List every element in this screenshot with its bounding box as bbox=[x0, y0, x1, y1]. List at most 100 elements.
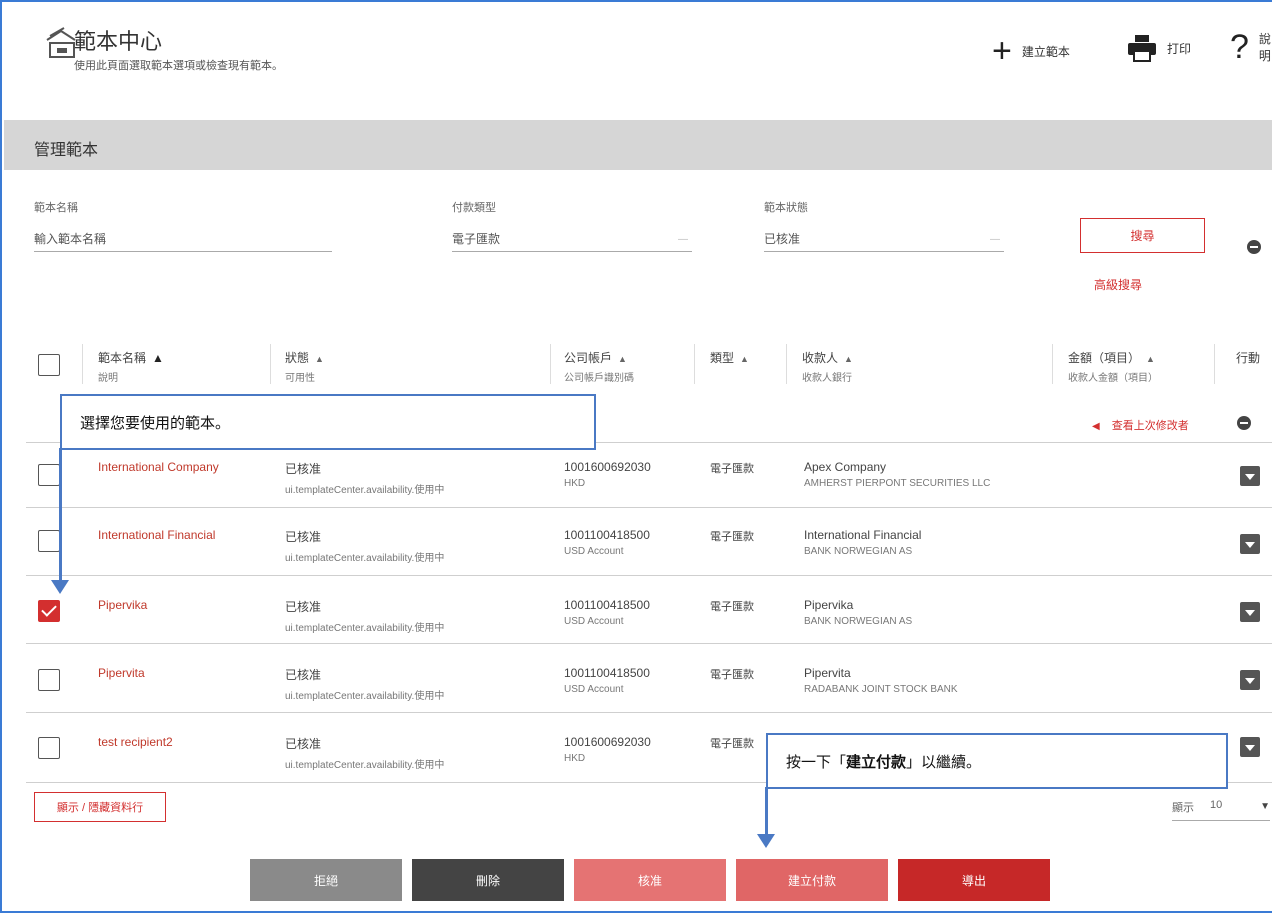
template-status-label: 範本狀態 bbox=[764, 202, 808, 214]
column-subtitle: 可用性 bbox=[285, 373, 315, 384]
availability-text: ui.templateCenter.availability.使用中 bbox=[285, 485, 445, 496]
payment-type-select[interactable]: 電子匯款 — bbox=[452, 230, 692, 252]
account-number: 1001100418500 bbox=[564, 598, 650, 612]
help-label: 說明 bbox=[1258, 32, 1271, 63]
template-name-input[interactable]: 輸入範本名稱 bbox=[34, 230, 332, 252]
help-button[interactable]: ? 說明 bbox=[1230, 30, 1272, 64]
column-subtitle: 說明 bbox=[98, 373, 118, 384]
column-header-name[interactable]: 範本名稱 ▲ 說明 bbox=[98, 349, 164, 384]
sort-up-icon: ▲ bbox=[152, 351, 164, 365]
account-id: USD Account bbox=[564, 546, 624, 557]
column-divider bbox=[786, 344, 787, 384]
show-hide-columns-button[interactable]: 顯示 / 隱藏資料行 bbox=[34, 792, 166, 822]
column-header-payee[interactable]: 收款人 ▲ 收款人銀行 bbox=[802, 349, 853, 384]
sort-up-icon: ▲ bbox=[315, 354, 324, 364]
availability-text: ui.templateCenter.availability.使用中 bbox=[285, 760, 445, 771]
row-actions-menu-icon[interactable] bbox=[1240, 466, 1260, 486]
column-header-type[interactable]: 類型 ▲ bbox=[710, 349, 749, 366]
sort-up-icon: ▲ bbox=[1146, 354, 1155, 364]
delete-button[interactable]: 刪除 bbox=[412, 859, 564, 901]
chevron-down-icon: — bbox=[990, 234, 1000, 245]
status-cell: 已核准 ui.templateCenter.availability.使用中 bbox=[285, 735, 444, 771]
row-divider bbox=[26, 643, 1272, 644]
template-name-link[interactable]: International Company bbox=[98, 460, 219, 474]
row-actions-menu-icon[interactable] bbox=[1240, 602, 1260, 622]
account-number: 1001600692030 bbox=[564, 735, 651, 749]
template-status-value: 已核准 bbox=[764, 232, 801, 246]
select-all-checkbox[interactable] bbox=[38, 354, 60, 376]
approve-button[interactable]: 核准 bbox=[574, 859, 726, 901]
reject-button[interactable]: 拒絕 bbox=[250, 859, 402, 901]
row-actions-menu-icon[interactable] bbox=[1240, 670, 1260, 690]
payee-cell: Pipervika BANK NORWEGIAN AS bbox=[804, 598, 912, 627]
template-name-link[interactable]: Pipervika bbox=[98, 598, 147, 612]
column-header-status[interactable]: 狀態 ▲ 可用性 bbox=[285, 349, 324, 384]
create-template-label: 建立範本 bbox=[1021, 44, 1070, 59]
row-checkbox[interactable] bbox=[38, 600, 60, 622]
create-payment-button[interactable]: 建立付款 bbox=[736, 859, 888, 901]
account-number: 1001600692030 bbox=[564, 460, 651, 474]
template-name-link[interactable]: Pipervita bbox=[98, 666, 145, 680]
template-name-link[interactable]: International Financial bbox=[98, 528, 215, 542]
row-divider bbox=[26, 712, 1272, 713]
payee-name: Pipervita bbox=[804, 666, 851, 680]
template-center-icon bbox=[46, 27, 76, 58]
account-cell: 1001100418500 USD Account bbox=[564, 666, 650, 695]
question-mark-icon: ? bbox=[1230, 28, 1249, 66]
printer-icon bbox=[1128, 35, 1156, 62]
arrow-down-icon bbox=[51, 580, 69, 594]
payment-type-label: 付款類型 bbox=[452, 202, 496, 214]
export-button[interactable]: 導出 bbox=[898, 859, 1050, 901]
row-checkbox[interactable] bbox=[38, 669, 60, 691]
page-size-select[interactable]: 顯示 10 ▼ bbox=[1172, 799, 1270, 821]
callout-text: 按一下「建立付款」以繼續。 bbox=[786, 751, 981, 772]
template-status-select[interactable]: 已核准 — bbox=[764, 230, 1004, 252]
template-name-link[interactable]: test recipient2 bbox=[98, 735, 173, 749]
column-header-actions: 行動 bbox=[1236, 349, 1260, 366]
status-text: 已核准 bbox=[285, 737, 322, 751]
payee-bank: AMHERST PIERPONT SECURITIES LLC bbox=[804, 478, 991, 489]
create-template-button[interactable]: + 建立範本 bbox=[992, 34, 1070, 68]
row-actions-menu-icon[interactable] bbox=[1240, 737, 1260, 757]
last-modified-label: 查看上次修改者 bbox=[1111, 420, 1189, 432]
account-id: USD Account bbox=[564, 684, 624, 695]
callout-arrow-line bbox=[765, 787, 768, 837]
column-header-account[interactable]: 公司帳戶 ▲ 公司帳戶識別碼 bbox=[564, 349, 634, 384]
column-header-amount[interactable]: 金額（項目） ▲ 收款人金額（項目） bbox=[1068, 349, 1158, 384]
row-divider bbox=[26, 507, 1272, 508]
availability-text: ui.templateCenter.availability.使用中 bbox=[285, 553, 445, 564]
row-checkbox[interactable] bbox=[38, 464, 60, 486]
column-title: 範本名稱 bbox=[98, 351, 147, 365]
collapse-row-icon[interactable] bbox=[1237, 416, 1251, 430]
payee-bank: RADABANK JOINT STOCK BANK bbox=[804, 684, 958, 695]
row-actions-menu-icon[interactable] bbox=[1240, 534, 1260, 554]
payee-cell: International Financial BANK NORWEGIAN AS bbox=[804, 528, 921, 557]
account-cell: 1001600692030 HKD bbox=[564, 460, 651, 489]
view-last-modified-link[interactable]: ◀ 查看上次修改者 bbox=[1092, 417, 1189, 433]
collapse-filters-icon[interactable] bbox=[1247, 240, 1261, 254]
column-title: 收款人 bbox=[802, 351, 839, 365]
column-title: 金額（項目） bbox=[1068, 351, 1141, 365]
search-button[interactable]: 搜尋 bbox=[1080, 218, 1205, 253]
status-text: 已核准 bbox=[285, 530, 322, 544]
caret-down-icon: ▼ bbox=[1260, 801, 1270, 812]
status-text: 已核准 bbox=[285, 462, 322, 476]
callout-select-template: 選擇您要使用的範本。 bbox=[60, 394, 596, 450]
column-title: 狀態 bbox=[285, 351, 310, 365]
column-subtitle: 收款人銀行 bbox=[802, 373, 852, 384]
row-checkbox[interactable] bbox=[38, 530, 60, 552]
type-cell: 電子匯款 bbox=[710, 531, 754, 543]
row-checkbox[interactable] bbox=[38, 737, 60, 759]
callout-create-payment: 按一下「建立付款」以繼續。 bbox=[766, 733, 1228, 789]
availability-text: ui.templateCenter.availability.使用中 bbox=[285, 623, 445, 634]
column-title: 行動 bbox=[1236, 351, 1261, 365]
payee-cell: Pipervita RADABANK JOINT STOCK BANK bbox=[804, 666, 958, 695]
column-divider bbox=[694, 344, 695, 384]
type-cell: 電子匯款 bbox=[710, 669, 754, 681]
advanced-search-link[interactable]: 高級搜尋 bbox=[1094, 276, 1142, 293]
print-label: 打印 bbox=[1167, 41, 1192, 56]
payee-cell: Apex Company AMHERST PIERPONT SECURITIES … bbox=[804, 460, 990, 489]
callout-text: 選擇您要使用的範本。 bbox=[80, 414, 231, 432]
print-button[interactable]: 打印 bbox=[1127, 34, 1191, 62]
column-divider bbox=[270, 344, 271, 384]
